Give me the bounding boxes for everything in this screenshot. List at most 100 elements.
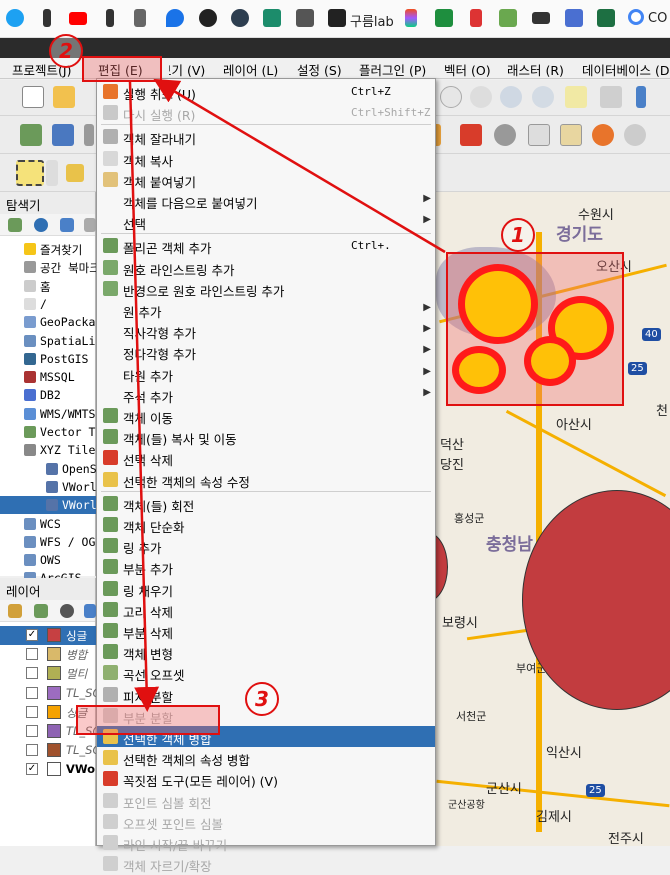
tistory-icon[interactable] (435, 9, 453, 27)
refresh-icon[interactable] (34, 218, 48, 232)
menu-item-객체-이동[interactable]: 객체 이동 (97, 405, 435, 426)
google-icon[interactable] (628, 9, 644, 25)
undo-icon[interactable] (592, 124, 614, 146)
browser-item[interactable]: WFS / OGC (0, 533, 96, 551)
menu-item-오프셋-포인트-심볼[interactable]: 오프셋 포인트 심볼 (97, 811, 435, 832)
browser-item[interactable]: OpenStreetMap (0, 460, 96, 478)
selected-feature[interactable] (524, 336, 576, 386)
menu-item-곡선-오프셋[interactable]: 곡선 오프셋 (97, 662, 435, 683)
menu-item-폴리곤-객체-추가[interactable]: 폴리곤 객체 추가 Ctrl+. (97, 235, 435, 256)
layer-item[interactable]: 멀티 (0, 664, 96, 683)
menu-item-부분-추가[interactable]: 부분 추가 (97, 556, 435, 577)
robot-icon[interactable] (263, 9, 281, 27)
layer-visibility-checkbox[interactable] (26, 705, 38, 718)
browser-item[interactable]: 즐겨찾기 (0, 240, 96, 258)
menu-item-링-추가[interactable]: 링 추가 (97, 535, 435, 556)
filter-icon[interactable] (84, 604, 96, 618)
youtube-icon[interactable] (69, 12, 87, 25)
selected-feature[interactable] (458, 264, 538, 344)
eye-icon[interactable] (60, 604, 74, 618)
menu-item-선택한-객체의-속성-수정[interactable]: 선택한 객체의 속성 수정 (97, 469, 435, 490)
browser-item[interactable]: Vector Tiles (0, 423, 96, 441)
menu-vector[interactable]: 벡터 (O) (444, 60, 491, 79)
menu-item-객체-들-회전[interactable]: 객체(들) 회전 (97, 493, 435, 514)
github-icon[interactable] (199, 9, 217, 27)
menu-item-실행-취소-u[interactable]: 실행 취소 (U) Ctrl+Z (97, 81, 435, 102)
browser-item[interactable]: OWS (0, 551, 96, 569)
person-icon[interactable] (296, 9, 314, 27)
menu-layer[interactable]: 레이어 (L) (223, 60, 278, 79)
menu-item-부분-삭제[interactable]: 부분 삭제 (97, 620, 435, 641)
style-icon[interactable] (8, 604, 22, 618)
edit-layer-icon[interactable] (20, 124, 42, 146)
menu-item-직사각형-추가[interactable]: 직사각형 추가 ▶ (97, 320, 435, 341)
attribute-table-icon[interactable] (66, 164, 84, 182)
layer-item[interactable]: ✓ VWorld (0, 760, 96, 779)
layer-visibility-checkbox[interactable] (26, 744, 38, 757)
browser-item[interactable]: VWorld (0, 478, 96, 496)
location-pin-icon[interactable] (166, 9, 184, 27)
show-bookmarks-icon[interactable] (600, 86, 622, 108)
circle-feature[interactable] (436, 532, 448, 602)
browser-item[interactable]: DB2 (0, 386, 96, 404)
menu-view[interactable]: 보기 (V) (169, 60, 205, 79)
zoom-full-icon[interactable] (500, 86, 522, 108)
layer-item[interactable]: ✓ 싱글 (0, 626, 96, 645)
menu-item-꼭짓점-도구-모든-레이어-v[interactable]: 꼭짓점 도구(모든 레이어) (V) (97, 768, 435, 789)
layer-item[interactable]: TL_SC (0, 684, 96, 703)
delete-selected-icon[interactable] (460, 124, 482, 146)
menu-database[interactable]: 데이터베이스 (D (582, 60, 669, 79)
menu-item-객체를-다음으로-붙여넣기[interactable]: 객체를 다음으로 붙여넣기 ▶ (97, 190, 435, 211)
menu-item-선택[interactable]: 선택 ▶ (97, 211, 435, 232)
menu-item-라인-시작-끝-바꾸기[interactable]: 라인 시작/끝 바꾸기 (97, 832, 435, 853)
menu-item-객체-복사[interactable]: 객체 복사 (97, 148, 435, 169)
bookmark-label[interactable]: 구름lab (350, 11, 394, 30)
selected-feature[interactable] (452, 346, 506, 394)
add-layer-icon[interactable] (8, 218, 22, 232)
layer-visibility-checkbox[interactable]: ✓ (26, 629, 38, 641)
menu-item-원호-라인스트링-추가[interactable]: 원호 라인스트링 추가 (97, 257, 435, 278)
add-group-icon[interactable] (34, 604, 48, 618)
twitter-icon[interactable] (6, 9, 24, 27)
open-project-icon[interactable] (53, 86, 75, 108)
browser-item[interactable]: VWorld (0, 496, 96, 515)
menu-item-포인트-심볼-회전[interactable]: 포인트 심볼 회전 (97, 790, 435, 811)
select-features-icon[interactable] (16, 160, 44, 186)
browser-item[interactable]: WCS (0, 515, 96, 533)
layer-item[interactable]: 병합 (0, 645, 96, 664)
excel-icon[interactable] (597, 9, 615, 27)
zoom-native-icon[interactable] (470, 86, 492, 108)
collapse-icon[interactable] (84, 218, 96, 232)
menu-item-링-채우기[interactable]: 링 채우기 (97, 578, 435, 599)
new-project-icon[interactable] (22, 86, 44, 108)
chart-icon[interactable] (499, 9, 517, 27)
menu-item-객체-붙여넣기[interactable]: 객체 붙여넣기 (97, 169, 435, 190)
pencil-icon[interactable] (84, 124, 94, 146)
menu-item-객체-들-복사-및-이동[interactable]: 객체(들) 복사 및 이동 (97, 426, 435, 447)
bookmark-label-co[interactable]: CO (648, 11, 667, 26)
menu-raster[interactable]: 래스터 (R) (507, 60, 564, 79)
menu-item-고리-삭제[interactable]: 고리 삭제 (97, 599, 435, 620)
layer-visibility-checkbox[interactable] (26, 648, 38, 661)
layer-visibility-checkbox[interactable]: ✓ (26, 763, 38, 776)
new-bookmark-icon[interactable] (565, 86, 587, 108)
browser-item[interactable]: WMS/WMTS (0, 405, 96, 423)
menu-settings[interactable]: 설정 (S) (297, 60, 342, 79)
bookmark-icon[interactable] (106, 9, 114, 27)
cut-features-icon[interactable] (494, 124, 516, 146)
menu-item-선택한-객체의-속성-병합[interactable]: 선택한 객체의 속성 병합 (97, 747, 435, 768)
layer-visibility-checkbox[interactable] (26, 667, 38, 680)
menu-item-원-추가[interactable]: 원 추가 ▶ (97, 299, 435, 320)
menu-item-객체-잘라내기[interactable]: 객체 잘라내기 (97, 126, 435, 147)
menu-item-선택-삭제[interactable]: 선택 삭제 (97, 447, 435, 468)
menu-item-객체-자르기-확장[interactable]: 객체 자르기/확장 (97, 853, 435, 874)
menu-item-다시-실행-r[interactable]: 다시 실행 (R) Ctrl+Shift+Z (97, 102, 435, 123)
menu-item-타원-추가[interactable]: 타원 추가 ▶ (97, 363, 435, 384)
cloud-icon[interactable] (328, 9, 346, 27)
json-icon[interactable] (565, 9, 583, 27)
menu-item-객체-단순화[interactable]: 객체 단순화 (97, 514, 435, 535)
antenna-icon[interactable] (470, 9, 482, 27)
browser-item[interactable]: MSSQL (0, 368, 96, 386)
layers-icon[interactable] (532, 12, 550, 24)
filter-icon[interactable] (60, 218, 74, 232)
